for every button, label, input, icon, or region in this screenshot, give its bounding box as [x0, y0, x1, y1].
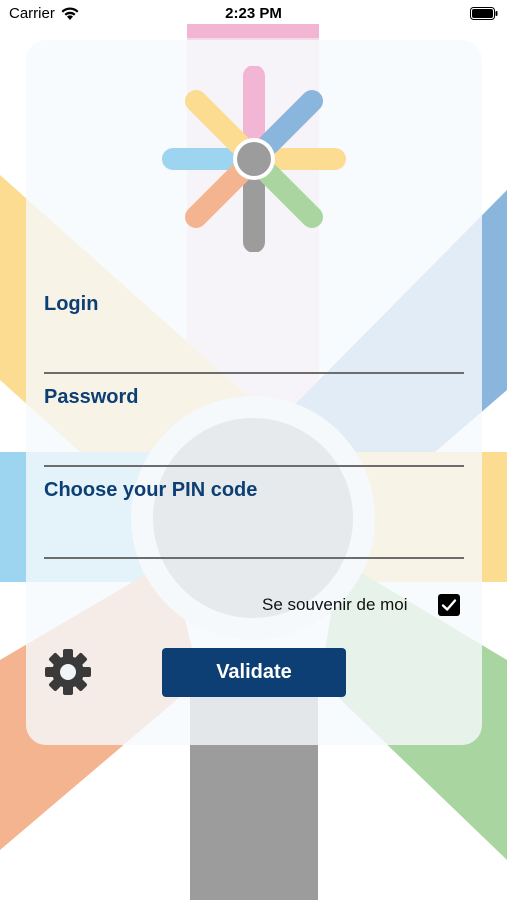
- login-underline: [44, 372, 464, 374]
- status-bar: Carrier 2:23 PM: [0, 0, 507, 28]
- logo-icon: [162, 66, 346, 252]
- login-label: Login: [44, 293, 99, 315]
- pin-input[interactable]: [44, 519, 464, 553]
- pin-underline: [44, 557, 464, 559]
- checkmark-icon: [441, 599, 457, 611]
- pin-field: Choose your PIN code: [44, 479, 464, 561]
- password-label: Password: [44, 386, 139, 408]
- clock: 2:23 PM: [225, 5, 282, 22]
- password-underline: [44, 465, 464, 467]
- password-input[interactable]: [44, 426, 464, 460]
- settings-gear-icon[interactable]: [44, 648, 92, 696]
- battery-icon: [470, 7, 498, 20]
- password-field: Password: [44, 386, 464, 468]
- pin-label: Choose your PIN code: [44, 479, 258, 501]
- validate-button[interactable]: Validate: [162, 648, 346, 697]
- remember-me-label: Se souvenir de moi: [262, 595, 408, 614]
- remember-me-checkbox[interactable]: [438, 594, 460, 616]
- login-field: Login: [44, 293, 464, 375]
- login-input[interactable]: [44, 333, 464, 367]
